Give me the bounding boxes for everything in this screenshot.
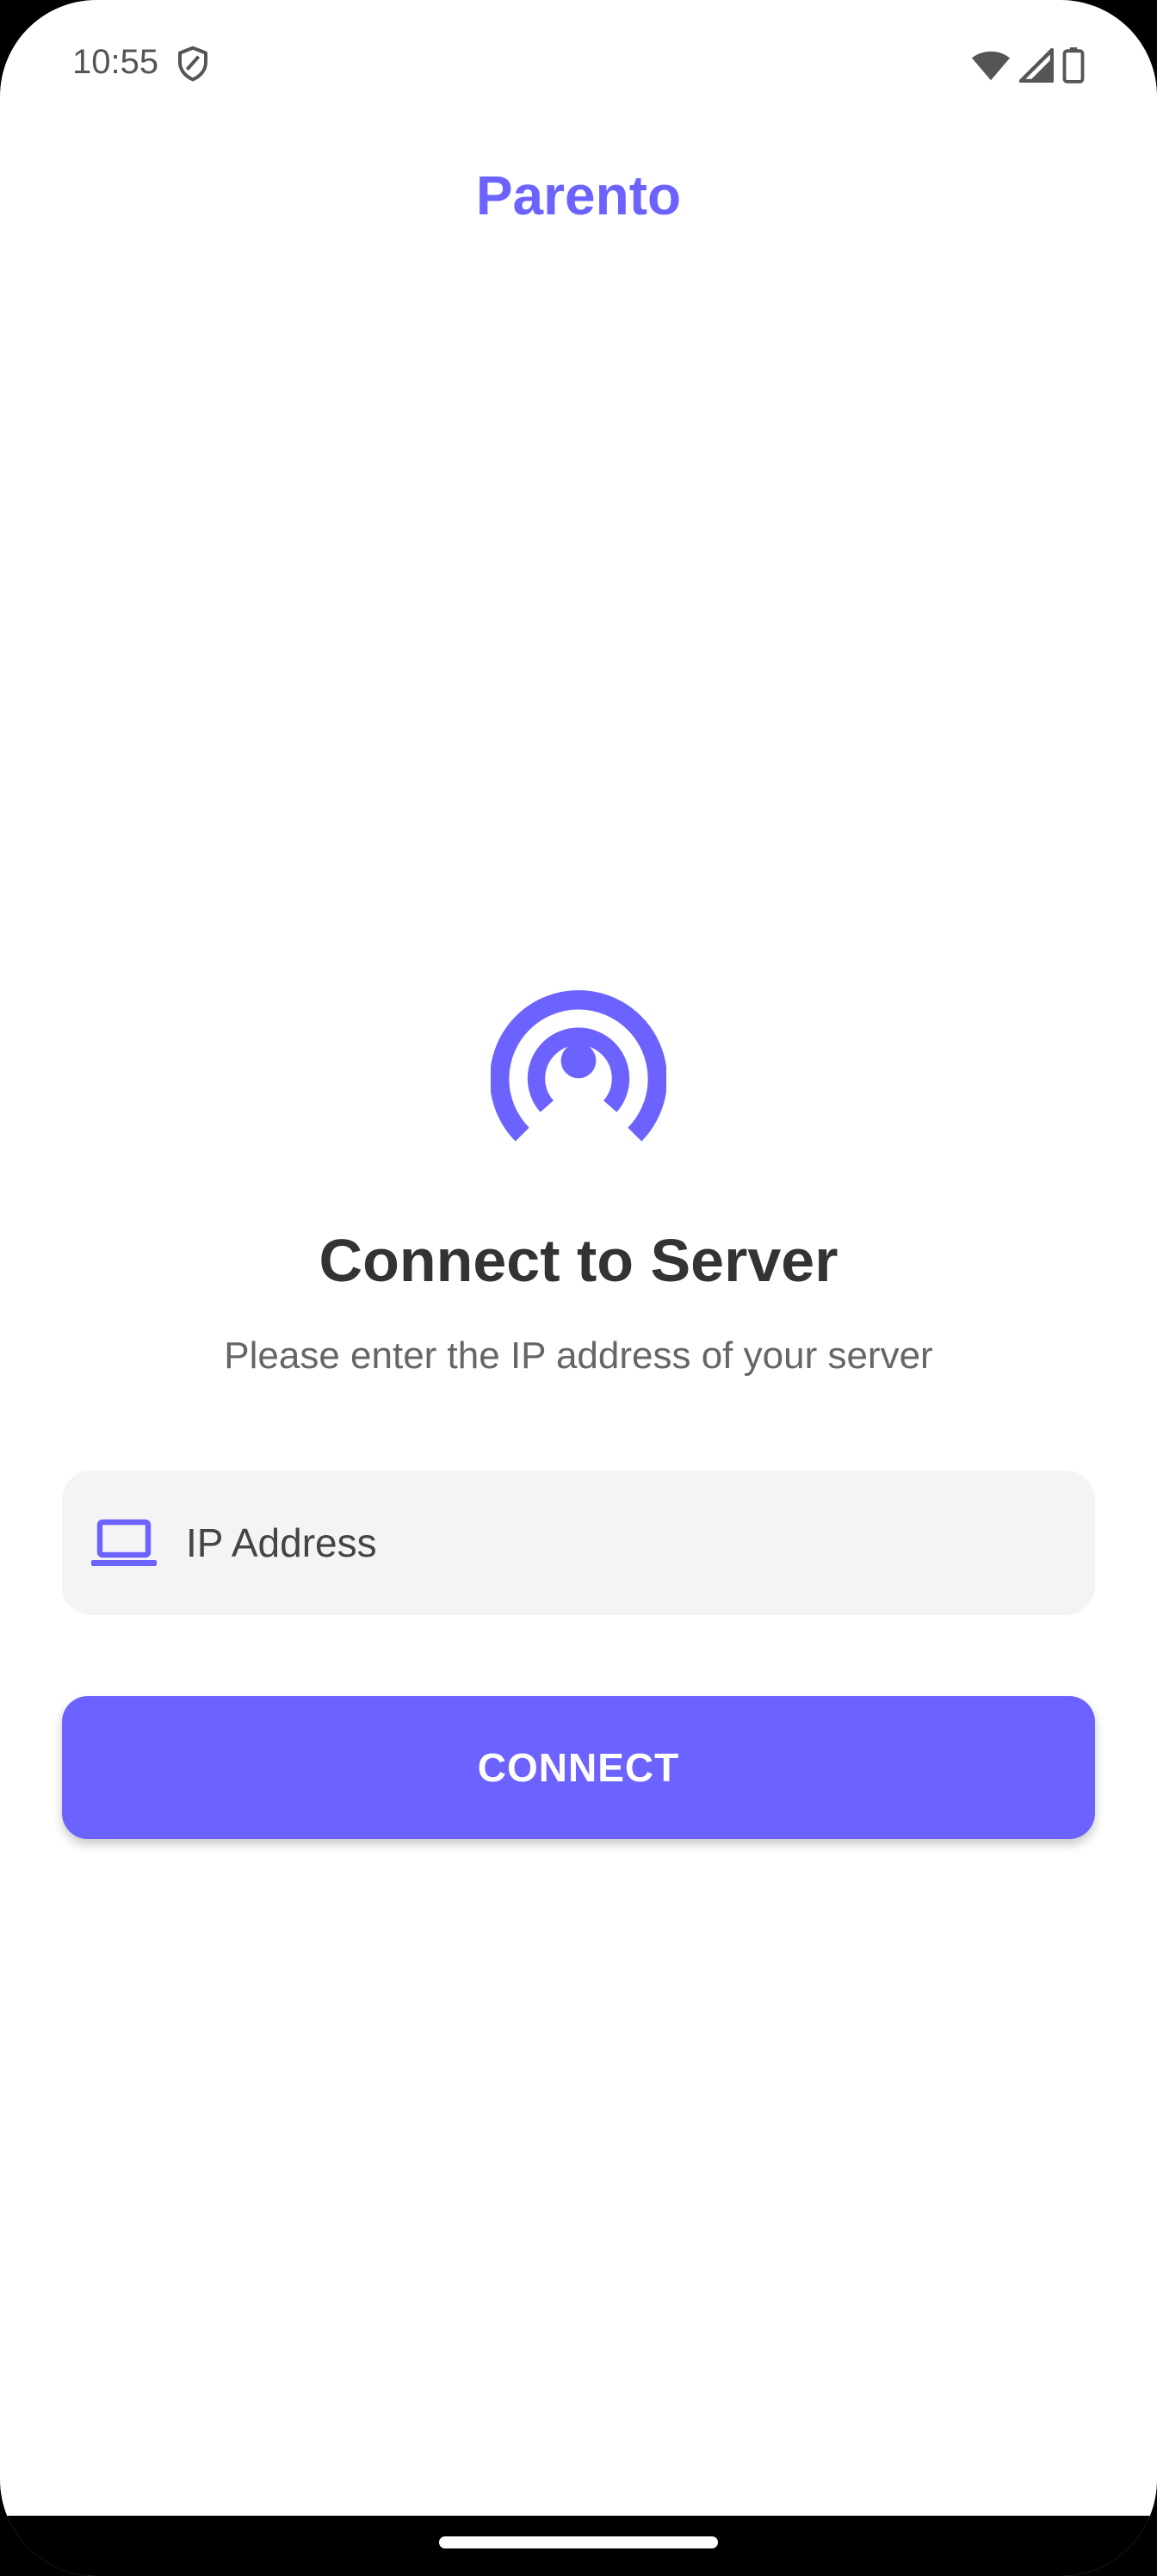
page-subheading: Please enter the IP address of your serv… xyxy=(224,1334,933,1377)
status-bar: 10:55 xyxy=(0,0,1157,129)
status-time: 10:55 xyxy=(72,43,159,81)
battery-icon xyxy=(1062,47,1085,84)
navigation-bar xyxy=(0,2516,1157,2576)
status-icons xyxy=(971,46,1085,84)
home-indicator[interactable] xyxy=(439,2536,718,2548)
shield-icon xyxy=(178,46,207,82)
app-screen: 10:55 Parento Connect to Server Please e… xyxy=(0,0,1157,2576)
ip-address-field[interactable] xyxy=(62,1471,1095,1615)
ip-address-input[interactable] xyxy=(186,1471,1064,1615)
page-heading: Connect to Server xyxy=(319,1227,838,1294)
wifi-icon xyxy=(971,51,1011,81)
cell-signal-icon xyxy=(1019,48,1054,83)
broadcast-tower-icon xyxy=(491,990,666,1142)
laptop-icon xyxy=(91,1519,157,1566)
app-title: Parento xyxy=(475,164,682,226)
connect-button[interactable]: CONNECT xyxy=(62,1696,1095,1839)
